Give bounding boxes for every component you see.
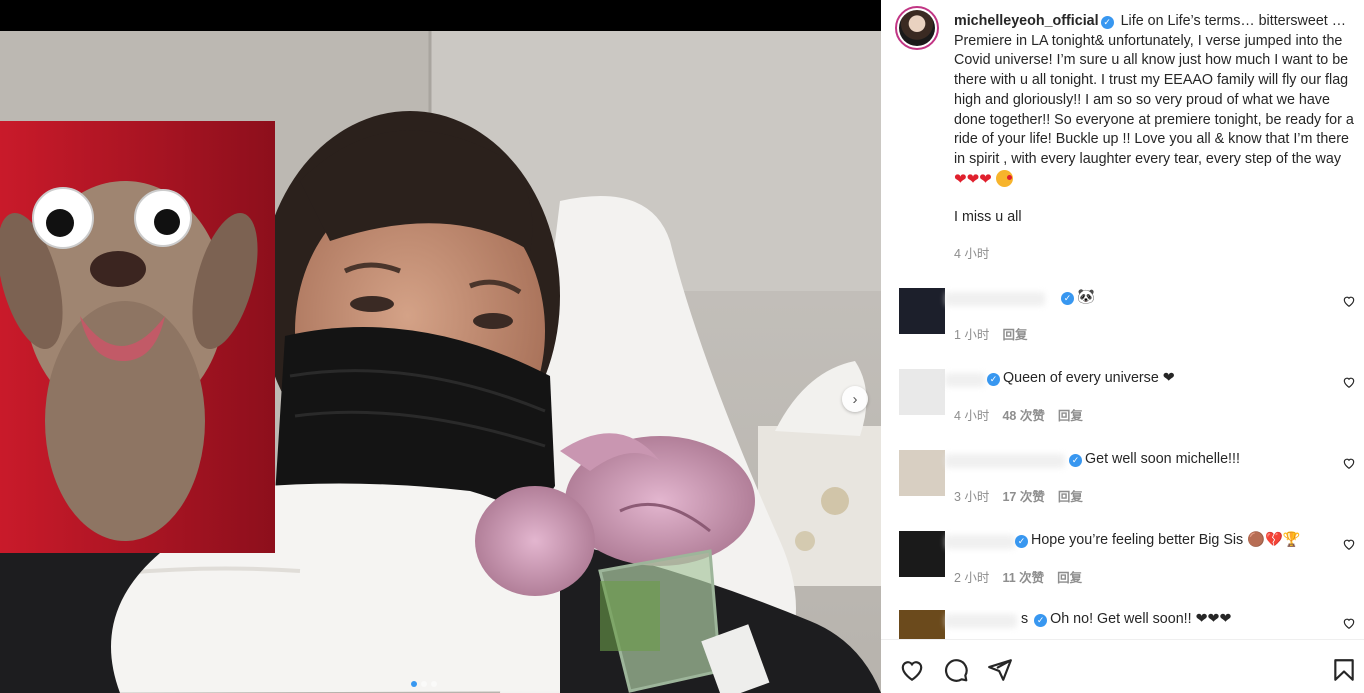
verified-badge-icon: ✓ <box>1015 535 1028 548</box>
comment-meta: 2 小时 11 次赞 回复 <box>954 567 1082 586</box>
carousel-dot <box>421 681 427 687</box>
comment-likes[interactable]: 17 次赞 <box>1002 486 1044 505</box>
comment-item: ✓ Hope you’re feeling better Big Sis 🟤💔🏆 … <box>881 531 1364 612</box>
like-comment-heart-icon[interactable] <box>1342 537 1356 551</box>
author-avatar[interactable] <box>895 6 939 50</box>
comments-panel: michelleyeoh_official ✓ Life on Life’s te… <box>881 0 1364 693</box>
post-photo-panel: › <box>0 0 881 693</box>
carousel-dot <box>411 681 417 687</box>
commenter-avatar[interactable] <box>899 450 945 496</box>
verified-badge-icon: ✓ <box>1100 16 1114 29</box>
comment-text: ✓ Hope you’re feeling better Big Sis 🟤💔🏆 <box>1013 532 1301 548</box>
next-photo-button[interactable]: › <box>842 386 868 412</box>
verified-badge-icon: ✓ <box>1069 454 1082 467</box>
photo-top-bar <box>0 0 881 31</box>
comment-time: 4 小时 <box>954 409 990 423</box>
comment-item: ✓ Get well soon michelle!!! 3 小时 17 次赞 回复 <box>881 450 1364 531</box>
verified-badge-icon: ✓ <box>1034 614 1048 627</box>
reply-button[interactable]: 回复 <box>1058 486 1083 505</box>
commenter-avatar[interactable] <box>899 610 945 639</box>
like-comment-heart-icon[interactable] <box>1342 294 1356 308</box>
comment-likes[interactable]: 11 次赞 <box>1002 567 1044 586</box>
commenter-name-fragment[interactable]: s <box>1021 611 1028 627</box>
comment-item: s ✓ Oh no! Get well soon!! ❤❤❤ <box>881 610 1364 639</box>
comment-text: s ✓ Oh no! Get well soon!! ❤❤❤ <box>1021 611 1232 627</box>
verified-badge-icon: ✓ <box>987 373 1000 386</box>
post-action-bar <box>881 639 1364 693</box>
heart-emoji-icon: ❤❤❤ <box>954 170 992 188</box>
like-comment-heart-icon[interactable] <box>1342 616 1356 630</box>
reply-button[interactable]: 回复 <box>1058 405 1083 424</box>
caption-last-line: I miss u all <box>954 209 1022 225</box>
verified-badge-icon: ✓ <box>1061 292 1074 305</box>
caption-text: Life on Life’s terms… bittersweet …Premi… <box>954 13 1354 167</box>
comment-time: 2 小时 <box>954 571 990 585</box>
post-caption-area: michelleyeoh_official ✓ Life on Life’s te… <box>881 0 1364 285</box>
comment-meta: 4 小时 48 次赞 回复 <box>954 405 1083 424</box>
post-caption: michelleyeoh_official ✓ Life on Life’s te… <box>954 12 1354 190</box>
comment-text: ✓ Get well soon michelle!!! <box>1067 451 1240 467</box>
post-photo[interactable]: › <box>0 31 881 693</box>
comment-item: ✓ 🐼 1 小时 回复 <box>881 288 1364 369</box>
kiss-emoji-icon <box>995 169 1013 187</box>
like-comment-heart-icon[interactable] <box>1342 375 1356 389</box>
carousel-dots <box>411 681 437 687</box>
like-comment-heart-icon[interactable] <box>1342 456 1356 470</box>
photo-illustration <box>0 31 881 693</box>
comment-text: ✓ Queen of every universe ❤ <box>985 370 1175 386</box>
comment-meta: 1 小时 回复 <box>954 324 1027 343</box>
comment-text: ✓ 🐼 <box>1059 289 1095 305</box>
comment-meta: 3 小时 17 次赞 回复 <box>954 486 1083 505</box>
author-username[interactable]: michelleyeoh_official <box>954 13 1099 29</box>
share-icon[interactable] <box>987 657 1013 683</box>
bookmark-icon[interactable] <box>1331 657 1357 683</box>
comment-time: 1 小时 <box>954 328 990 342</box>
reply-button[interactable]: 回复 <box>1002 324 1027 343</box>
reply-button[interactable]: 回复 <box>1057 567 1082 586</box>
commenter-avatar[interactable] <box>899 369 945 415</box>
comment-time: 3 小时 <box>954 490 990 504</box>
comment-item: ✓ Queen of every universe ❤ 4 小时 48 次赞 回复 <box>881 369 1364 450</box>
carousel-dot <box>431 681 437 687</box>
commenter-avatar[interactable] <box>899 288 945 334</box>
post-time: 4 小时 <box>954 247 990 261</box>
comment-likes[interactable]: 48 次赞 <box>1002 405 1044 424</box>
commenter-avatar[interactable] <box>899 531 945 577</box>
comment-icon[interactable] <box>943 657 969 683</box>
heart-icon[interactable] <box>899 657 925 683</box>
